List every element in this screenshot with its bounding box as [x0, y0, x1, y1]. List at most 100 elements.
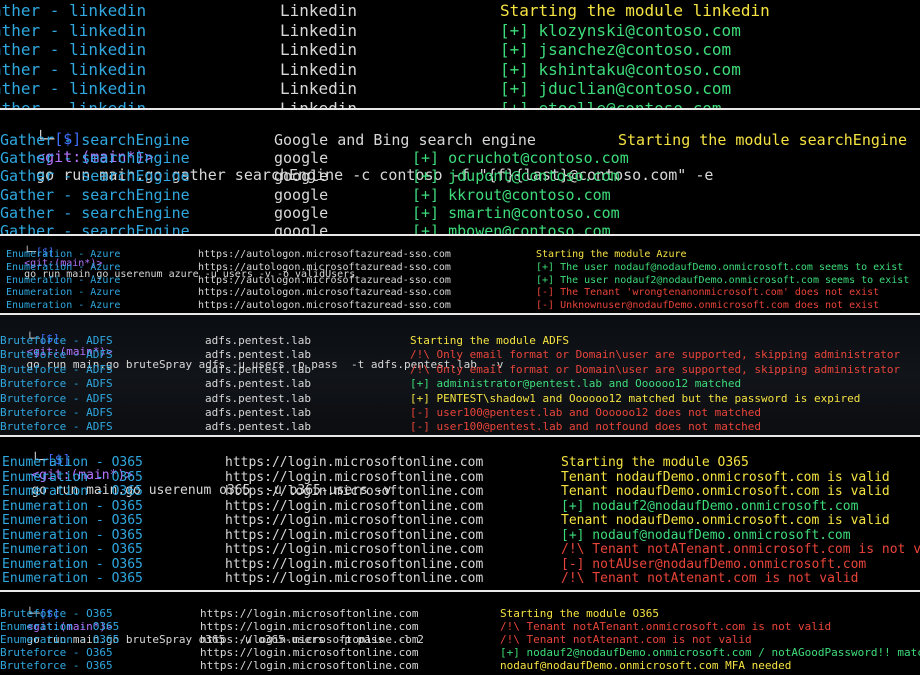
module-label: Enumeration - O365 — [2, 556, 143, 572]
output-line: Enumeration - Azure https://autologon.mic… — [0, 275, 920, 288]
output-line: Bruteforce - O365 https://login.microsoft… — [0, 659, 920, 672]
output-line: Enumeration - O365 https://login.microsof… — [0, 513, 920, 528]
target-label: https://login.microsoftonline.com — [200, 607, 419, 620]
module-label: Enumeration - Azure — [6, 274, 121, 286]
target-label: google — [274, 167, 329, 186]
module-label: Enumeration - Azure — [6, 249, 121, 260]
module-label: Bruteforce - ADFS — [0, 420, 113, 434]
status-message: Starting the module ADFS — [410, 334, 569, 347]
module-label: Enumeration - O365 — [2, 455, 143, 470]
status-message: [+] etoelle@contoso.com — [500, 98, 722, 109]
target-label: https://autologon.microsoftazuread-sso.c… — [198, 249, 451, 260]
output-line: Enumeration - O365 https://login.microsof… — [0, 484, 920, 499]
target-label: Linkedin — [280, 98, 358, 109]
output-line: Gather - searchEngine google [+] jdupont@c… — [0, 167, 920, 185]
target-label: Linkedin — [280, 40, 358, 59]
target-label: Google and Bing search engine — [274, 131, 536, 149]
status-message: Starting the module linkedin — [500, 1, 770, 20]
output-line: Enumeration - O365 https://login.microsof… — [0, 542, 920, 557]
module-label: Enumeration - Azure — [6, 287, 121, 299]
status-message: [+] The user nodauf2@nodaufDemo.onmicros… — [536, 274, 910, 286]
output-line: ather - linkedin Linkedin Starting the mod… — [0, 1, 920, 21]
output-line: Enumeration - Azure https://autologon.mic… — [0, 262, 920, 275]
target-label: Linkedin — [280, 20, 358, 40]
status-message: [+] PENTEST\shadow1 and Oooooo12 matched… — [410, 391, 861, 405]
output-line: Enumeration - Azure https://autologon.mic… — [0, 249, 920, 262]
module-label: Enumeration - O365 — [2, 571, 143, 586]
output-line: Bruteforce - O365 https://login.microsoft… — [0, 607, 920, 620]
status-message: /!\ Only email format or Domain\user are… — [410, 348, 901, 362]
module-label: Gather - searchEngine — [0, 149, 190, 168]
target-label: adfs.pentest.lab — [205, 348, 311, 362]
target-label: google — [274, 185, 329, 204]
status-message: [+] administrator@pentest.lab and Oooooo… — [410, 377, 742, 391]
module-label: Bruteforce - ADFS — [0, 362, 113, 376]
module-label: ather - linkedin — [0, 79, 147, 98]
target-label: https://login.microsoftonline.com — [200, 620, 419, 634]
output-line: Enumeration - O365 https://login.microsof… — [0, 455, 920, 470]
terminal-panel-azure: └─[$] <git:(main*)> go run main.go usere… — [0, 236, 920, 314]
module-label: Enumeration - O365 — [0, 633, 120, 647]
target-label: https://login.microsoftonline.com — [225, 455, 484, 470]
status-message: [-] The Tenant 'wrongtenanonmicrosoft.co… — [536, 287, 880, 299]
output-line: Enumeration - O365 https://login.microsof… — [0, 557, 920, 572]
module-label: Enumeration - O365 — [2, 542, 143, 557]
status-message: [+] jsanchez@contoso.com — [500, 40, 732, 59]
module-label: Gather - searchEngine — [0, 167, 190, 186]
output-line: Bruteforce - O365 https://login.microsoft… — [0, 646, 920, 659]
status-message: [+] jdupont@contoso.com — [412, 167, 620, 186]
status-message: [-] user100@pentest.lab and notfound doe… — [410, 420, 761, 434]
target-label: adfs.pentest.lab — [205, 377, 311, 391]
status-message: [-] Unknownuser@nodaufDemo.onmicrosoft.c… — [536, 300, 880, 312]
module-label: Bruteforce - ADFS — [0, 391, 113, 405]
status-message: [+] klozynski@contoso.com — [500, 20, 741, 40]
module-label: Enumeration - O365 — [2, 513, 143, 528]
output-line: Gather - searchEngine google [+] kkrout@co… — [0, 186, 920, 204]
module-label: ather - linkedin — [0, 1, 147, 20]
output-line: Gather - searchEngine google [+] ocruchot@… — [0, 149, 920, 167]
target-label: google — [274, 203, 329, 222]
target-label: https://autologon.microsoftazuread-sso.c… — [198, 261, 451, 273]
output-line: ather - linkedin Linkedin [+] jsanchez@con… — [0, 40, 920, 60]
status-message: Starting the module searchEngine — [618, 131, 907, 149]
status-message: Starting the module O365 — [561, 455, 749, 470]
status-message: Tenant nodaufDemo.onmicrosoft.com is val… — [561, 469, 890, 485]
output-line: Enumeration - Azure https://autologon.mic… — [0, 287, 920, 300]
target-label: https://login.microsoftonline.com — [225, 571, 484, 586]
module-label: Enumeration - O365 — [0, 620, 120, 634]
output-line: Bruteforce - ADFS adfs.pentest.lab Startin… — [0, 334, 920, 348]
status-message: [+] kshintaku@contoso.com — [500, 59, 741, 79]
module-label: Gather - searchEngine — [0, 131, 190, 149]
module-label: Enumeration - Azure — [6, 300, 121, 312]
status-message: /!\ Tenant notAtenant.com is not valid — [561, 571, 859, 586]
target-label: https://login.microsoftonline.com — [225, 498, 484, 514]
terminal-panel-adfs: └─[$] <git:(main*)> go run main.go brute… — [0, 315, 920, 435]
target-label: Linkedin — [280, 59, 358, 79]
output-line: Gather - searchEngine google [+] smartin@c… — [0, 204, 920, 222]
output-line: Enumeration - O365 https://login.microsof… — [0, 633, 920, 646]
target-label: https://login.microsoftonline.com — [225, 542, 484, 557]
output-line: Gather - searchEngine Google and Bing sea… — [0, 131, 920, 149]
target-label: adfs.pentest.lab — [205, 391, 311, 405]
status-message: /!\ Tenant notAtenant.com is not valid — [500, 633, 752, 647]
status-message: [-] notAUser@nodaufDemo.onmicrosoft.com — [561, 556, 867, 572]
target-label: https://login.microsoftonline.com — [225, 469, 484, 485]
target-label: adfs.pentest.lab — [205, 406, 311, 419]
target-label: https://autologon.microsoftazuread-sso.c… — [198, 274, 451, 286]
status-message: [+] nodauf@nodaufDemo.onmicrosoft.com — [561, 527, 851, 543]
output-line: Enumeration - O365 https://login.microsof… — [0, 571, 920, 586]
target-label: google — [274, 149, 329, 168]
terminal-panel-o365-brute: └─[$] <git:(main*)> go run main.go brute… — [0, 592, 920, 675]
target-label: https://login.microsoftonline.com — [225, 527, 484, 543]
module-label: Bruteforce - O365 — [0, 607, 113, 620]
module-label: Gather - searchEngine — [0, 185, 190, 204]
output-line: Bruteforce - ADFS adfs.pentest.lab [-] use… — [0, 406, 920, 420]
status-message: [+] nodauf2@nodaufDemo.onmicrosoft.com /… — [500, 646, 920, 660]
terminal-panel-searchengine: └─[$] <git:(main*)> go run main.go gathe… — [0, 110, 920, 235]
output-line: ather - linkedin Linkedin [+] etoelle@cont… — [0, 99, 920, 109]
module-label: ather - linkedin — [0, 59, 147, 79]
module-label: Bruteforce - ADFS — [0, 406, 113, 419]
status-message: [+] The user nodauf@nodaufDemo.onmicroso… — [536, 261, 904, 273]
status-message: [+] kkrout@contoso.com — [412, 185, 611, 204]
module-label: ather - linkedin — [0, 20, 147, 40]
